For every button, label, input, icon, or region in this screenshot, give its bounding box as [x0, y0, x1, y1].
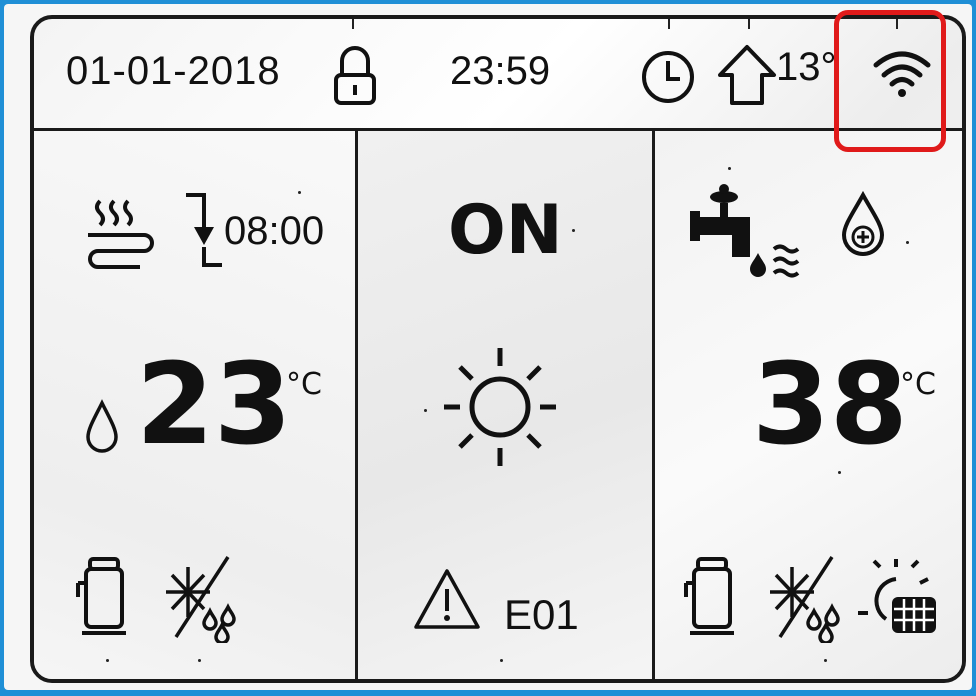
pixel-dot — [198, 659, 201, 662]
outdoor-house-icon — [718, 45, 776, 105]
divider — [652, 131, 655, 679]
clock-time: 23:59 — [450, 49, 551, 93]
zone1-temperature-unit: °C — [286, 367, 322, 402]
pump-icon[interactable] — [74, 553, 130, 643]
pixel-dot — [838, 471, 841, 474]
drop-plus-icon[interactable] — [838, 191, 888, 261]
dhw-temperature[interactable]: 38 — [752, 349, 908, 461]
outdoor-temperature: 13° — [776, 45, 837, 89]
clock-icon[interactable] — [640, 49, 696, 105]
controller-screen: 01-01-2018 23:59 13° 08:00 23 °C ON E01 … — [30, 15, 966, 683]
pixel-dot — [500, 659, 503, 662]
water-drop-icon — [86, 399, 118, 453]
pixel-dot — [824, 659, 827, 662]
date-display: 01-01-2018 — [66, 49, 281, 93]
floor-heating-icon[interactable] — [84, 189, 158, 273]
wifi-highlight-box — [834, 10, 946, 152]
frost-protection-icon[interactable] — [160, 553, 244, 643]
zone1-temperature[interactable]: 23 — [136, 349, 292, 461]
divider — [355, 131, 358, 679]
marker — [748, 19, 750, 29]
pixel-dot — [298, 191, 301, 194]
frost-protection-icon[interactable] — [764, 553, 848, 643]
faucet-icon[interactable] — [686, 179, 806, 289]
pixel-dot — [424, 409, 427, 412]
warning-icon[interactable] — [412, 567, 482, 631]
dhw-temperature-unit: °C — [900, 367, 936, 402]
sun-icon[interactable] — [442, 344, 558, 470]
error-code[interactable]: E01 — [504, 591, 579, 639]
schedule-arrow-icon[interactable] — [182, 189, 228, 271]
lock-icon[interactable] — [330, 43, 380, 109]
power-status[interactable]: ON — [448, 191, 563, 270]
pixel-dot — [728, 167, 731, 170]
pixel-dot — [906, 241, 909, 244]
pixel-dot — [572, 229, 575, 232]
marker — [352, 19, 354, 29]
pixel-dot — [106, 659, 109, 662]
pump-icon[interactable] — [682, 553, 738, 643]
marker — [668, 19, 670, 29]
schedule-time: 08:00 — [224, 209, 325, 253]
solar-panel-icon[interactable] — [856, 553, 950, 643]
